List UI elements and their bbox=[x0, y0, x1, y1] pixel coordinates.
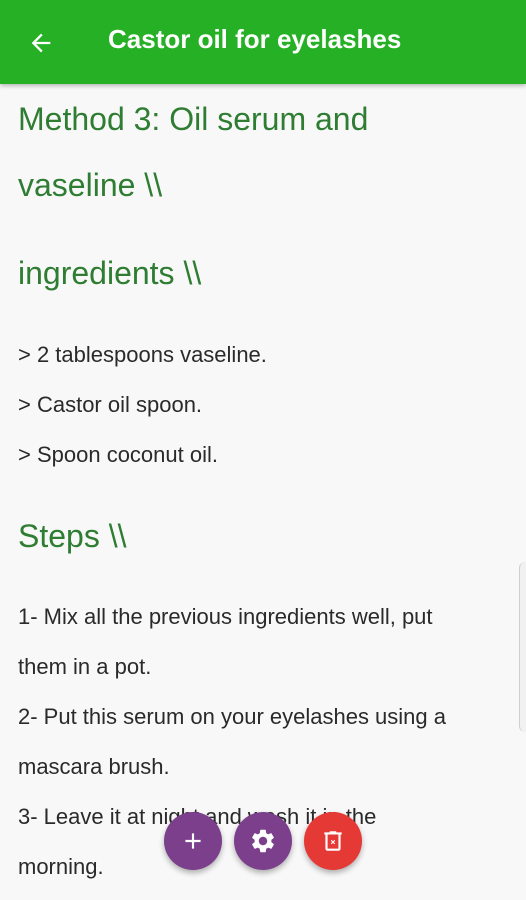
back-button[interactable] bbox=[24, 26, 58, 60]
gear-icon bbox=[252, 829, 274, 853]
ingredients-heading: ingredients \\ bbox=[18, 255, 202, 291]
step-line: them in a pot. bbox=[18, 654, 152, 679]
step-line: 1- Mix all the previous ingredients well… bbox=[18, 604, 433, 629]
list-item: > Spoon coconut oil. bbox=[18, 442, 218, 467]
arrow-left-icon bbox=[31, 33, 51, 53]
add-button[interactable] bbox=[164, 812, 222, 870]
steps-heading: Steps \\ bbox=[18, 518, 127, 554]
list-item: > Castor oil spoon. bbox=[18, 392, 203, 417]
step-line: 2- Put this serum on your eyelashes usin… bbox=[18, 704, 447, 729]
app-bar: Castor oil for eyelashes bbox=[0, 0, 526, 84]
method-heading-line-1: Method 3: Oil serum and bbox=[18, 101, 369, 137]
page-title: Castor oil for eyelashes bbox=[108, 24, 402, 54]
trash-icon bbox=[324, 831, 342, 851]
plus-icon bbox=[185, 833, 201, 849]
edge-panel-handle[interactable] bbox=[519, 562, 526, 732]
step-line: mascara brush. bbox=[18, 754, 170, 779]
method-heading-line-2: vaseline \\ bbox=[18, 167, 163, 203]
delete-button[interactable] bbox=[304, 812, 362, 870]
list-item: > 2 tablespoons vaseline. bbox=[18, 342, 267, 367]
settings-button[interactable] bbox=[234, 812, 292, 870]
method-heading: Method 3: Oil serum and vaseline \\ bbox=[18, 86, 508, 218]
ingredients-list: > 2 tablespoons vaseline. > Castor oil s… bbox=[18, 330, 267, 480]
